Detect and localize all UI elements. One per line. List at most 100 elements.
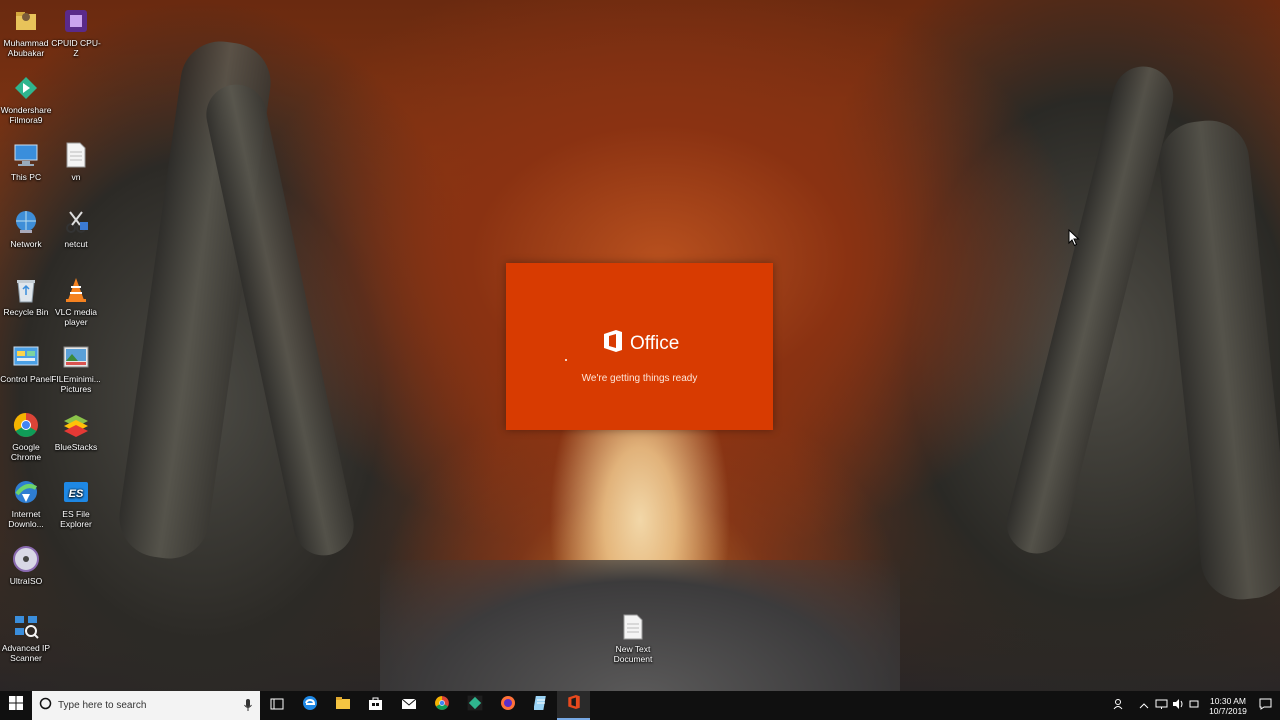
desktop-icon-label: New Text Document	[613, 644, 653, 664]
people-icon[interactable]	[1113, 697, 1125, 715]
office-icon	[567, 694, 581, 715]
taskbar-notepad[interactable]	[524, 691, 557, 720]
desktop-icon-label: netcut	[64, 239, 88, 249]
desktop-icon-vn[interactable]: vn	[49, 140, 103, 182]
desktop-icon-label: vn	[71, 172, 81, 182]
taskbar-office[interactable]	[557, 691, 590, 720]
idm-icon	[11, 477, 41, 507]
vlc-icon	[61, 275, 91, 305]
desktop-icon-ip-scanner[interactable]: Advanced IP Scanner	[0, 611, 53, 663]
desktop-icon-cpuz[interactable]: CPUID CPU-Z	[49, 6, 103, 58]
taskbar-mail[interactable]	[392, 691, 425, 720]
desktop-icon-label: Recycle Bin	[3, 307, 49, 317]
network-tray-icon[interactable]	[1155, 697, 1168, 715]
system-tray: 10:30 AM 10/7/2019	[1113, 691, 1280, 720]
desktop-icon-fileminimizer[interactable]: FILEminimi... Pictures	[49, 342, 103, 394]
desktop-icon-label: Google Chrome	[10, 442, 42, 462]
microphone-icon[interactable]	[244, 699, 252, 717]
action-center-icon[interactable]	[1259, 697, 1272, 715]
office-splash-window: Office We're getting things ready	[506, 263, 773, 430]
desktop-icon-label: Internet Downlo...	[8, 509, 44, 529]
desktop-icon-label: CPUID CPU-Z	[51, 38, 101, 58]
wallpaper-tree	[1155, 116, 1280, 604]
desktop-icon-label: FILEminimi... Pictures	[51, 374, 101, 394]
bluestacks-icon	[61, 410, 91, 440]
start-button[interactable]	[0, 691, 32, 720]
task-view-icon	[270, 697, 284, 715]
taskbar-file-explorer[interactable]	[326, 691, 359, 720]
control-panel-icon	[11, 342, 41, 372]
file-explorer-icon	[335, 696, 351, 715]
wallpaper-tree	[1000, 60, 1180, 560]
office-icon	[602, 329, 624, 358]
taskbar-chrome[interactable]	[425, 691, 458, 720]
keyboard-language-icon[interactable]	[1189, 697, 1199, 715]
desktop-icon-netcut[interactable]: netcut	[49, 207, 103, 249]
office-product-title: Office	[630, 332, 680, 354]
desktop-icon-label: Control Panel	[0, 374, 52, 384]
office-logo: Office	[602, 329, 679, 358]
filmora-icon	[467, 695, 483, 716]
store-icon	[368, 696, 383, 716]
show-hidden-icons-chevron-icon[interactable]	[1139, 697, 1149, 715]
desktop-icon-label: Wondershare Filmora9	[0, 105, 52, 125]
desktop-icon-idm[interactable]: Internet Downlo...	[0, 477, 53, 529]
desktop-icon-ultraiso[interactable]: UltraISO	[0, 544, 53, 586]
desktop-icon-es-file-explorer[interactable]: ES ES File Explorer	[49, 477, 103, 529]
computer-icon	[11, 140, 41, 170]
desktop-icon-label: Muhammad Abubakar	[3, 38, 49, 58]
es-file-explorer-icon: ES	[61, 477, 91, 507]
text-file-icon	[618, 612, 648, 642]
desktop-icon-filmora[interactable]: Wondershare Filmora9	[0, 73, 53, 125]
volume-icon[interactable]	[1172, 697, 1185, 715]
desktop-icon-network[interactable]: Network	[0, 207, 53, 249]
desktop-icon-this-pc[interactable]: This PC	[0, 140, 53, 182]
desktop-icon-control-panel[interactable]: Control Panel	[0, 342, 53, 384]
ip-scanner-icon	[11, 611, 41, 641]
clock-time: 10:30 AM	[1210, 695, 1246, 706]
taskbar: Type here to search 10:30 AM 10/7/2019	[0, 691, 1280, 720]
desktop-icon-label: VLC media player	[54, 307, 98, 327]
cpuz-icon	[61, 6, 91, 36]
taskbar-search-box[interactable]: Type here to search	[32, 691, 260, 720]
desktop-icon-new-text-document[interactable]: New Text Document	[606, 612, 660, 664]
edge-icon	[302, 695, 318, 716]
search-icon	[39, 697, 52, 715]
chrome-icon	[434, 695, 450, 716]
task-view-button[interactable]	[260, 691, 293, 720]
svg-text:ES: ES	[69, 488, 84, 500]
desktop-icon-label: BlueStacks	[54, 442, 98, 452]
windows-logo-icon	[9, 696, 23, 715]
text-file-icon	[61, 140, 91, 170]
desktop-icon-chrome[interactable]: Google Chrome	[0, 410, 53, 462]
recycle-bin-icon	[11, 275, 41, 305]
desktop-icon-label: UltraISO	[9, 576, 43, 586]
fileminimizer-icon	[61, 342, 91, 372]
network-icon	[11, 207, 41, 237]
office-status-text: We're getting things ready	[581, 373, 698, 384]
search-placeholder: Type here to search	[58, 700, 147, 711]
netcut-icon	[61, 207, 91, 237]
taskbar-clock[interactable]: 10:30 AM 10/7/2019	[1203, 696, 1253, 716]
loading-spinner	[565, 359, 567, 361]
chrome-icon	[11, 410, 41, 440]
desktop-icon-user-folder[interactable]: Muhammad Abubakar	[0, 6, 53, 58]
taskbar-store[interactable]	[359, 691, 392, 720]
desktop-icon-vlc[interactable]: VLC media player	[49, 275, 103, 327]
desktop-icon-label: Advanced IP Scanner	[1, 643, 51, 663]
desktop-icon-label: ES File Explorer	[60, 509, 92, 529]
filmora-icon	[11, 73, 41, 103]
desktop-wallpaper: Muhammad Abubakar CPUID CPU-Z Wondershar…	[0, 0, 1280, 691]
firefox-icon	[500, 695, 516, 716]
notepad-icon	[532, 695, 548, 716]
ultraiso-icon	[11, 544, 41, 574]
taskbar-edge[interactable]	[293, 691, 326, 720]
desktop-icon-label: Network	[10, 239, 42, 249]
clock-date: 10/7/2019	[1209, 705, 1247, 716]
taskbar-firefox[interactable]	[491, 691, 524, 720]
desktop-icon-bluestacks[interactable]: BlueStacks	[49, 410, 103, 452]
desktop-icon-label: This PC	[10, 172, 42, 182]
taskbar-filmora[interactable]	[458, 691, 491, 720]
mail-icon	[401, 697, 417, 715]
desktop-icon-recycle-bin[interactable]: Recycle Bin	[0, 275, 53, 317]
